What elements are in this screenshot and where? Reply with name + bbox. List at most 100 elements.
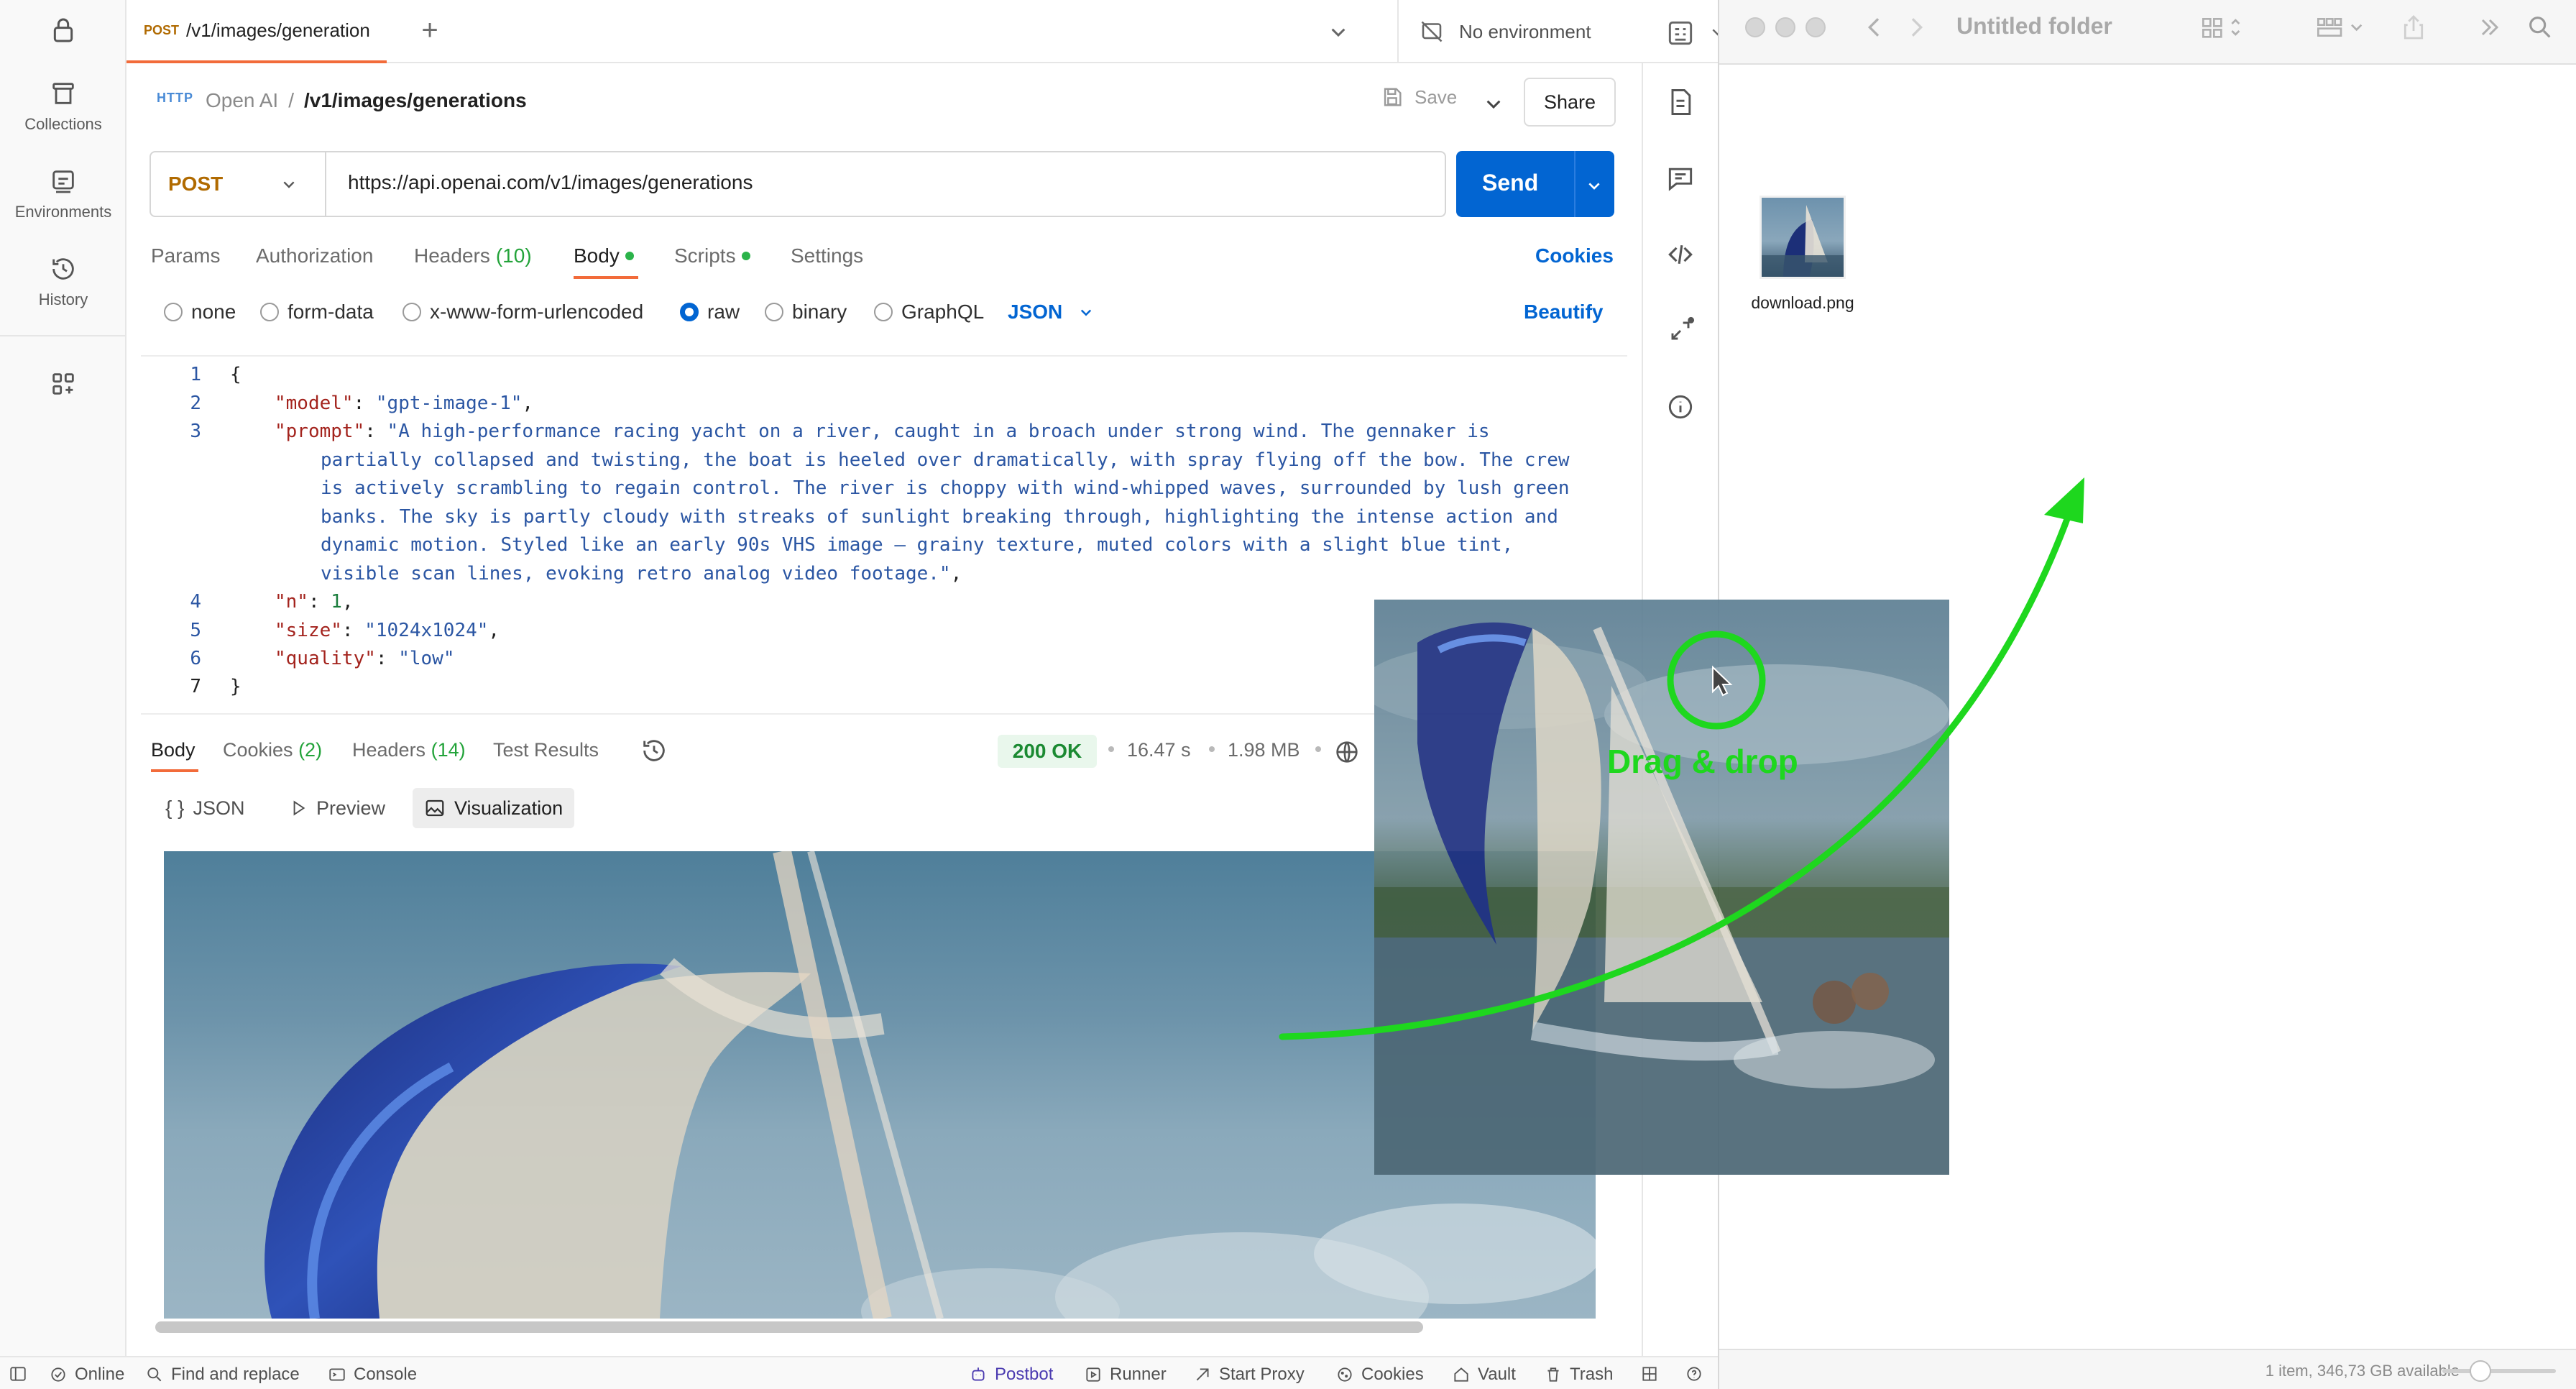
radio-form-data[interactable]: form-data xyxy=(260,301,374,324)
lock-icon[interactable] xyxy=(49,16,78,45)
vault-label: Vault xyxy=(1478,1365,1516,1384)
toggle-sidebar-icon[interactable] xyxy=(9,1365,27,1383)
back-chevron-icon[interactable] xyxy=(1860,13,1889,42)
group-by-icon[interactable] xyxy=(2316,13,2373,42)
url-input[interactable]: https://api.openai.com/v1/images/generat… xyxy=(348,171,753,194)
window-zoom-button[interactable] xyxy=(1806,17,1826,37)
radio-graphql[interactable]: GraphQL xyxy=(874,301,984,324)
send-divider xyxy=(1574,151,1576,217)
environment-quick-look-icon[interactable] xyxy=(1665,17,1696,49)
response-tab-cookies[interactable]: Cookies (2) xyxy=(223,739,322,761)
info-icon[interactable] xyxy=(1665,391,1696,423)
view-mode-grid-icon[interactable] xyxy=(2201,13,2251,42)
tab-body[interactable]: Body xyxy=(574,244,634,267)
history-icon xyxy=(49,255,78,283)
share-button[interactable]: Share xyxy=(1524,78,1616,127)
line-number: 1 xyxy=(190,364,201,385)
console-button[interactable]: Console xyxy=(328,1365,417,1385)
save-disk-icon xyxy=(1380,85,1404,109)
forward-chevron-icon[interactable] xyxy=(1902,13,1931,42)
finder-search-icon[interactable] xyxy=(2526,13,2554,42)
tab-settings[interactable]: Settings xyxy=(791,244,863,267)
radio-binary[interactable]: binary xyxy=(765,301,847,324)
language-select[interactable]: JSON xyxy=(1008,301,1097,324)
icon-size-slider[interactable] xyxy=(2442,1369,2556,1373)
json-value: "low" xyxy=(398,648,455,669)
related-collections-icon[interactable] xyxy=(1665,315,1696,347)
trash-label: Trash xyxy=(1570,1365,1614,1384)
environment-selector[interactable]: No environment xyxy=(1397,0,1749,63)
vault-button[interactable]: Vault xyxy=(1452,1365,1516,1385)
icon-size-slider-knob[interactable] xyxy=(2470,1360,2491,1382)
method-select[interactable]: POST xyxy=(151,152,326,216)
code-line: "prompt": "A high-performance racing yac… xyxy=(275,421,1490,442)
add-workbench-icon[interactable] xyxy=(49,370,78,398)
radio-label: raw xyxy=(707,301,740,323)
view-preview-button[interactable]: Preview xyxy=(277,788,397,828)
radio-circle xyxy=(402,303,421,321)
response-tab-headers-label: Headers xyxy=(352,739,426,761)
no-environment-icon xyxy=(1419,19,1445,45)
breadcrumb-parent[interactable]: Open AI xyxy=(206,89,278,112)
share-icon[interactable] xyxy=(2399,13,2428,42)
beautify-button[interactable]: Beautify xyxy=(1524,301,1603,324)
radio-circle-selected xyxy=(680,303,699,321)
code-line: } xyxy=(230,676,242,697)
network-globe-icon[interactable] xyxy=(1333,738,1361,766)
layout-grid-icon[interactable] xyxy=(1640,1365,1659,1383)
response-tab-headers[interactable]: Headers (14) xyxy=(352,739,466,761)
radio-urlencoded[interactable]: x-www-form-urlencoded xyxy=(402,301,643,324)
tab-headers[interactable]: Headers (10) xyxy=(414,244,532,267)
json-key: "size" xyxy=(275,620,342,641)
code-brace: } xyxy=(230,676,242,697)
radio-raw[interactable]: raw xyxy=(680,301,740,324)
view-json-button[interactable]: { } JSON xyxy=(154,788,257,828)
send-button[interactable]: Send xyxy=(1456,151,1614,217)
window-minimize-button[interactable] xyxy=(1775,17,1795,37)
runner-button[interactable]: Runner xyxy=(1084,1365,1167,1385)
comments-icon[interactable] xyxy=(1665,162,1696,194)
documentation-icon[interactable] xyxy=(1665,86,1696,118)
code-snippet-icon[interactable] xyxy=(1665,239,1696,270)
response-time: 16.47 s xyxy=(1127,739,1191,761)
sidebar-item-environments[interactable]: Environments xyxy=(0,167,126,221)
help-icon[interactable] xyxy=(1685,1365,1703,1383)
start-proxy-button[interactable]: Start Proxy xyxy=(1193,1365,1305,1385)
response-tab-cookies-count: (2) xyxy=(298,739,323,761)
send-options-chevron-icon xyxy=(1588,183,1600,190)
proxy-label: Start Proxy xyxy=(1219,1365,1305,1384)
breadcrumb-current[interactable]: /v1/images/generations xyxy=(304,89,527,112)
radio-none[interactable]: none xyxy=(164,301,236,324)
find-label: Find and replace xyxy=(171,1365,300,1384)
cookies-link[interactable]: Cookies xyxy=(1535,244,1614,267)
response-tab-headers-count: (14) xyxy=(431,739,466,761)
postbot-button[interactable]: Postbot xyxy=(969,1365,1053,1385)
tab-request-generation[interactable]: POST /v1/images/generation xyxy=(126,0,387,63)
horizontal-scrollbar[interactable] xyxy=(155,1321,1423,1333)
response-tab-test-results[interactable]: Test Results xyxy=(493,739,599,761)
tab-scripts[interactable]: Scripts xyxy=(674,244,750,267)
sidebar-item-collections[interactable]: Collections xyxy=(0,79,126,134)
tab-authorization[interactable]: Authorization xyxy=(256,244,373,267)
tab-bar: POST /v1/images/generation + No environm… xyxy=(126,0,1724,63)
http-protocol-icon: HTTP xyxy=(157,91,193,105)
drag-preview-image[interactable] xyxy=(1374,600,1949,1175)
file-thumbnail xyxy=(1760,196,1846,279)
tab-params[interactable]: Params xyxy=(151,244,220,267)
find-and-replace-button[interactable]: Find and replace xyxy=(145,1365,300,1385)
new-tab-plus-icon[interactable]: + xyxy=(413,14,447,49)
response-tab-body[interactable]: Body xyxy=(151,739,196,761)
cookies-button[interactable]: Cookies xyxy=(1335,1365,1424,1385)
save-button[interactable]: Save xyxy=(1380,85,1457,109)
more-toolbar-chevrons-icon[interactable] xyxy=(2475,13,2504,42)
window-close-button[interactable] xyxy=(1745,17,1765,37)
status-online[interactable]: Online xyxy=(49,1365,124,1385)
save-options-chevron-icon[interactable] xyxy=(1479,89,1508,118)
view-visualization-button[interactable]: Visualization xyxy=(413,788,575,828)
response-history-icon[interactable] xyxy=(640,736,668,765)
tabs-dropdown-chevron-icon[interactable] xyxy=(1324,17,1353,46)
runner-label: Runner xyxy=(1110,1365,1167,1384)
finder-file-item[interactable]: download.png xyxy=(1719,93,1886,312)
sidebar-item-history[interactable]: History xyxy=(0,255,126,309)
trash-button[interactable]: Trash xyxy=(1544,1365,1613,1385)
